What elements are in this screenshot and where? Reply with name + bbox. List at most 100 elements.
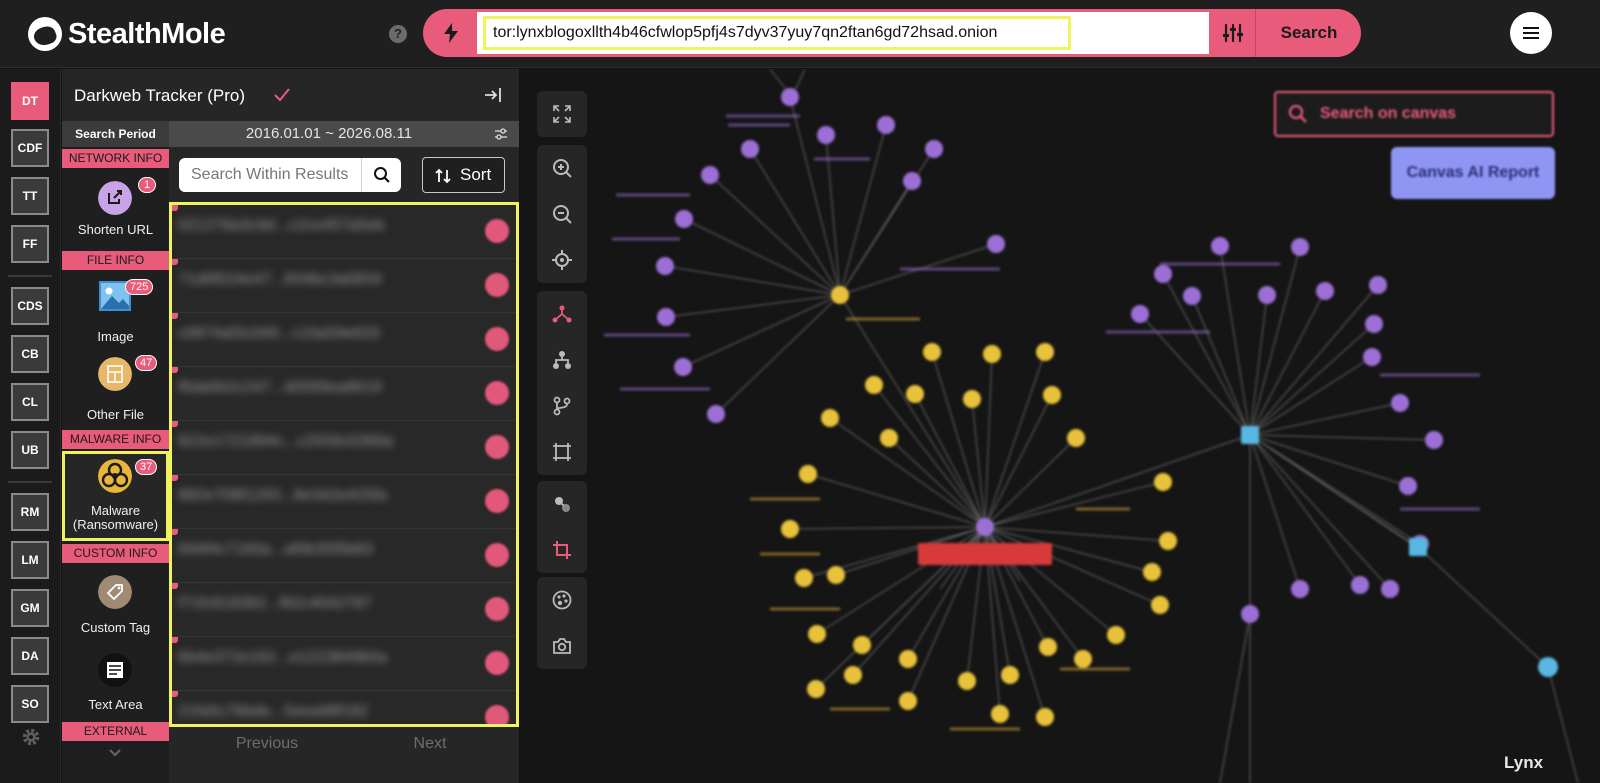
result-status-dot[interactable] (485, 273, 509, 297)
rail-divider (8, 481, 52, 483)
hamburger-menu-button[interactable] (1510, 12, 1552, 54)
nodes-icon (555, 497, 570, 512)
result-search-button[interactable] (361, 158, 401, 192)
expand-icon (553, 105, 571, 123)
screenshot-button[interactable] (537, 623, 587, 669)
rail-item-cdf[interactable]: CDF (11, 129, 49, 167)
search-button[interactable]: Search (1257, 9, 1361, 57)
category-image[interactable]: 725 Image (62, 273, 169, 347)
rail-item-lm[interactable]: LM (11, 541, 49, 579)
hierarchy-icon (553, 351, 571, 369)
result-row[interactable]: 822e1721894c...c2559c0369a (172, 421, 516, 475)
rail-divider (8, 275, 52, 277)
center-view-button[interactable] (537, 237, 587, 283)
rail-item-ff[interactable]: FF (11, 225, 49, 263)
rail-item-cb[interactable]: CB (11, 335, 49, 373)
rail-item-ub[interactable]: UB (11, 431, 49, 469)
result-status-dot[interactable] (485, 543, 509, 567)
result-status-dot[interactable] (485, 219, 509, 243)
category-other-file[interactable]: 47 Other File (62, 351, 169, 427)
crop-button[interactable] (537, 527, 587, 573)
image-count-badge: 725 (125, 279, 154, 295)
result-marker (172, 313, 178, 319)
previous-page-button[interactable]: Previous (212, 735, 322, 753)
results-list: 021278a3c9d...c2ce457a5eb 71d6f024e47...… (169, 202, 519, 727)
category-custom-tag[interactable]: Custom Tag (62, 565, 169, 641)
result-row[interactable]: 694f4c7160a...af0b35f5b83 (172, 529, 516, 583)
lightning-icon[interactable] (439, 21, 463, 45)
zoom-in-button[interactable] (537, 145, 587, 191)
zoom-out-button[interactable] (537, 191, 587, 237)
result-status-dot[interactable] (485, 651, 509, 675)
result-hash: c0874af3c049...c10a59e633 (178, 325, 380, 342)
category-shorten-url[interactable]: 1 Shorten URL (62, 171, 169, 245)
result-status-dot[interactable] (485, 381, 509, 405)
malware-label: Malware (90, 503, 141, 518)
search-query-input[interactable]: tor:lynxblogoxllth4b46cfwlop5pfj4s7dyv37… (483, 16, 1071, 50)
stealthmole-logo[interactable]: StealthMole (28, 14, 226, 54)
result-row[interactable]: 882e708f1293...8e342e425fa (172, 475, 516, 529)
hierarchy-layout-button[interactable] (537, 337, 587, 383)
search-period-value: 2016.01.01 ~ 2026.08.11 (245, 125, 413, 142)
category-column: NETWORK INFO 1 Shorten URL FILE INFO 725… (62, 147, 169, 783)
help-icon[interactable]: ? (389, 25, 407, 43)
result-row[interactable]: 6b4e372e162...e1223849b0a (172, 637, 516, 691)
zoom-out-icon (553, 205, 572, 224)
search-period-selector[interactable]: 2016.01.01 ~ 2026.08.11 (169, 121, 519, 147)
result-search-box (179, 158, 401, 192)
result-status-dot[interactable] (485, 705, 509, 724)
result-row[interactable]: f71fc818362...f62c4042787 (172, 583, 516, 637)
category-malware-ransomware[interactable]: 37 Malware (Ransomware) (62, 451, 169, 541)
result-hash: 021278a3c9d...c2ce457a5eb (178, 217, 385, 234)
select-area-button[interactable] (537, 429, 587, 475)
result-marker (172, 367, 178, 373)
result-row[interactable]: c0874af3c049...c10a59e633 (172, 313, 516, 367)
tag-icon (98, 575, 132, 609)
rail-item-dt[interactable]: DT (11, 82, 49, 120)
top-header: StealthMole ? tor:lynxblogoxllth4b46cfwl… (0, 0, 1600, 68)
search-period-label: Search Period (62, 121, 169, 147)
rail-item-rm[interactable]: RM (11, 493, 49, 531)
rail-item-cl[interactable]: CL (11, 383, 49, 421)
result-row[interactable]: 71d6f024e47...834bc3a0834 (172, 259, 516, 313)
other-file-label: Other File (86, 407, 145, 422)
rail-item-cds[interactable]: CDS (11, 287, 49, 325)
panel-title: Darkweb Tracker (Pro) (74, 86, 245, 105)
result-status-dot[interactable] (485, 489, 509, 513)
node-tool-button[interactable] (537, 481, 587, 527)
search-field[interactable]: tor:lynxblogoxllth4b46cfwlop5pfj4s7dyv37… (477, 12, 1209, 54)
theme-button[interactable] (537, 577, 587, 623)
sort-button[interactable]: Sort (422, 157, 505, 193)
search-bar: tor:lynxblogoxllth4b46cfwlop5pfj4s7dyv37… (423, 9, 1361, 57)
canvas-search-box[interactable]: Search on canvas (1274, 91, 1554, 137)
graph-canvas[interactable]: Search on canvas Canvas AI Report Lynx (520, 69, 1600, 783)
filter-sliders-icon[interactable] (1221, 21, 1245, 45)
result-status-dot[interactable] (485, 327, 509, 351)
result-row[interactable]: 021278a3c9d...c2ce457a5eb (172, 205, 516, 259)
category-text-area[interactable]: Text Area (62, 645, 169, 721)
rail-item-tt[interactable]: TT (11, 177, 49, 215)
search-within-results-input[interactable] (179, 158, 361, 192)
fit-to-screen-button[interactable] (537, 91, 587, 137)
result-row[interactable]: 21fa5c76bde...5eea98f182 (172, 691, 516, 724)
external-header: EXTERNAL (62, 722, 169, 741)
chevron-down-icon[interactable] (108, 748, 122, 758)
result-marker (172, 529, 178, 535)
settings-gear-icon[interactable] (20, 726, 42, 748)
result-status-dot[interactable] (485, 435, 509, 459)
result-status-dot[interactable] (485, 597, 509, 621)
sort-label: Sort (460, 165, 492, 184)
rail-item-so[interactable]: SO (11, 685, 49, 723)
next-page-button[interactable]: Next (380, 735, 480, 753)
canvas-toolbar-group (537, 91, 587, 137)
rail-item-da[interactable]: DA (11, 637, 49, 675)
custom-tag-label: Custom Tag (80, 620, 151, 635)
canvas-ai-report-button[interactable]: Canvas AI Report (1391, 147, 1555, 199)
period-settings-icon[interactable] (494, 127, 508, 141)
rail-item-gm[interactable]: GM (11, 589, 49, 627)
force-layout-button[interactable] (537, 291, 587, 337)
collapse-panel-icon[interactable] (483, 85, 503, 105)
darkweb-tracker-panel: Darkweb Tracker (Pro) Search Period 2016… (62, 69, 519, 783)
branch-layout-button[interactable] (537, 383, 587, 429)
result-row[interactable]: f6da5b2c247...40569ea8619 (172, 367, 516, 421)
